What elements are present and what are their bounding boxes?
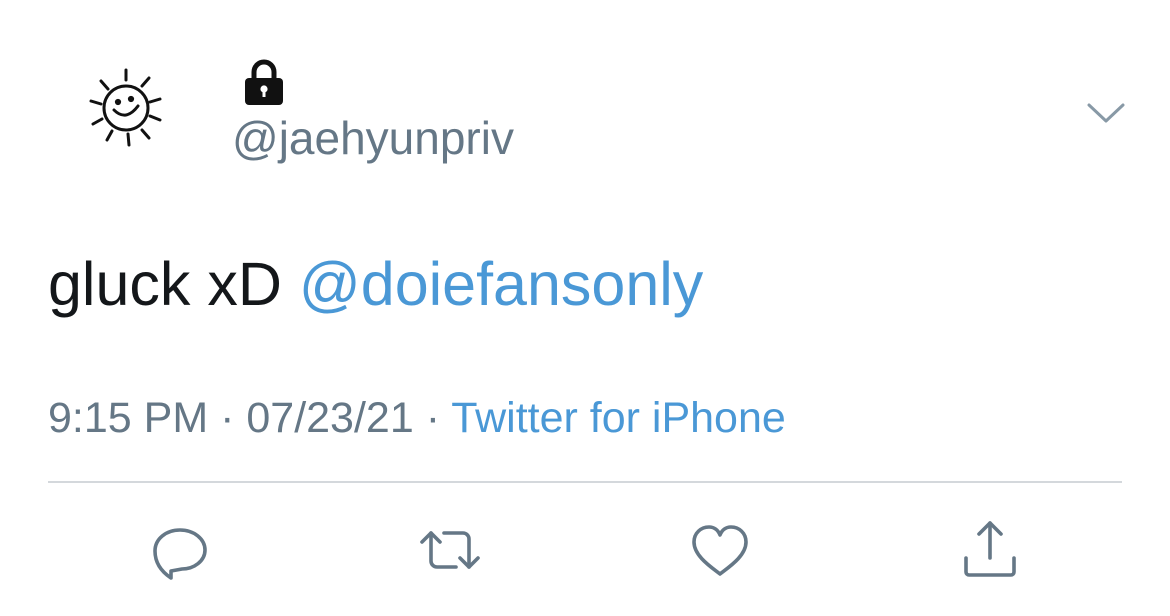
retweet-button[interactable] — [414, 514, 486, 586]
tweet-text: gluck xD @doiefansonly — [48, 248, 703, 320]
share-icon — [964, 521, 1016, 577]
chevron-down-icon[interactable] — [1084, 95, 1128, 129]
lock-icon — [238, 58, 290, 108]
like-icon — [692, 525, 748, 576]
divider — [48, 481, 1122, 483]
share-button[interactable] — [954, 514, 1026, 586]
tweet-source-link[interactable]: Twitter for iPhone — [451, 394, 786, 442]
meta-separator: · — [413, 394, 452, 442]
tweet-body: gluck xD — [48, 250, 299, 318]
retweet-icon — [420, 531, 480, 569]
meta-separator: · — [208, 394, 247, 442]
mention-link[interactable]: @doiefansonly — [299, 250, 703, 318]
reply-icon — [153, 528, 207, 580]
author-handle[interactable]: @jaehyunpriv — [232, 112, 514, 164]
like-button[interactable] — [684, 514, 756, 586]
tweet-meta: 9:15 PM · 07/23/21 · Twitter for iPhone — [48, 392, 786, 444]
tweet-date: 07/23/21 — [246, 394, 414, 442]
avatar[interactable] — [72, 58, 182, 168]
tweet-time: 9:15 PM — [48, 394, 209, 442]
reply-button[interactable] — [144, 514, 216, 586]
